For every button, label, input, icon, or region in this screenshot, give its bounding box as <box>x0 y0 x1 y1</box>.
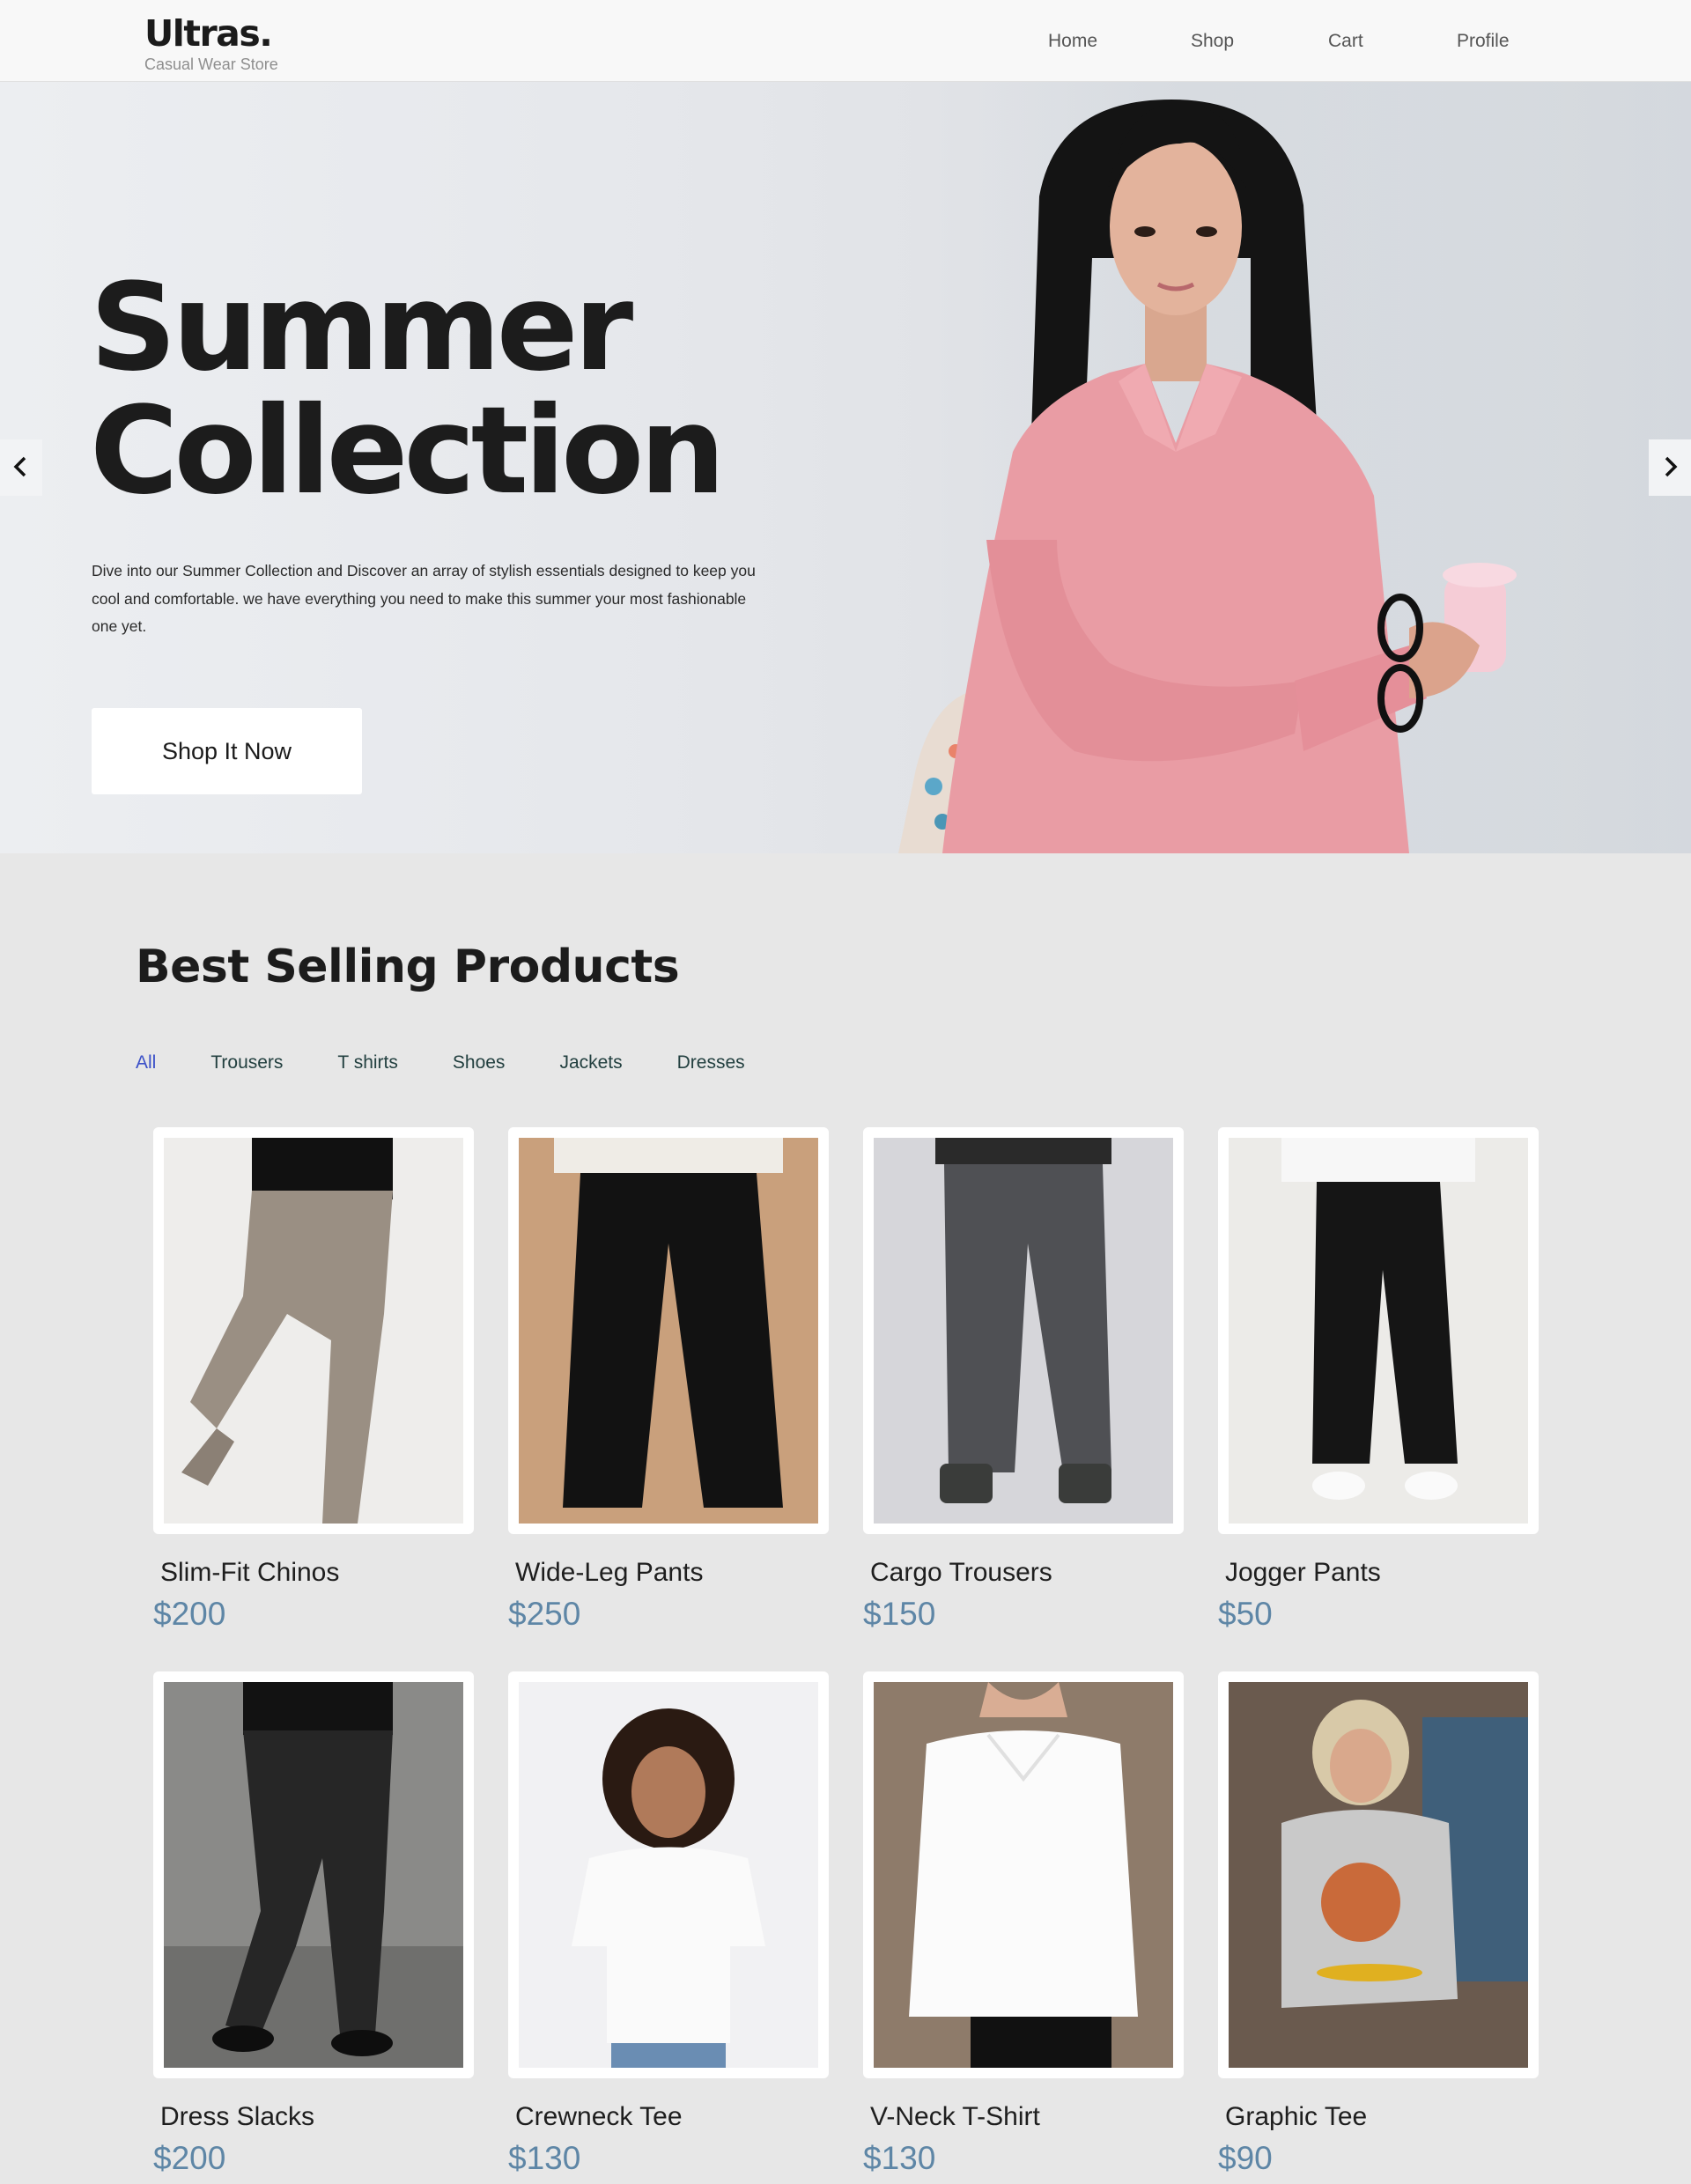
filter-jackets[interactable]: Jackets <box>559 1051 622 1075</box>
product-price: $150 <box>863 1596 936 1632</box>
product-name: V-Neck T-Shirt <box>870 2102 1040 2131</box>
product-image <box>519 1682 818 2068</box>
product-card[interactable]: V-Neck T-Shirt $130 <box>863 1671 1184 2177</box>
chevron-right-icon <box>1665 456 1678 476</box>
product-image-frame[interactable] <box>153 1671 474 2078</box>
nav-shop[interactable]: Shop <box>1191 30 1234 53</box>
product-name: Slim-Fit Chinos <box>160 1558 340 1587</box>
product-image-frame[interactable] <box>1218 1127 1539 1534</box>
product-card[interactable]: Dress Slacks $200 <box>153 1671 474 2177</box>
chevron-left-icon <box>13 456 26 476</box>
product-name: Jogger Pants <box>1225 1558 1381 1587</box>
product-image <box>874 1138 1173 1524</box>
filter-trousers[interactable]: Trousers <box>210 1051 283 1075</box>
nav-cart[interactable]: Cart <box>1328 30 1363 53</box>
nav-home[interactable]: Home <box>1048 30 1097 53</box>
hero-banner: Summer Collection Dive into our Summer C… <box>0 82 1691 853</box>
product-price: $200 <box>153 1596 226 1632</box>
product-name: Cargo Trousers <box>870 1558 1052 1587</box>
product-price: $200 <box>153 2140 226 2176</box>
product-image <box>1229 1682 1528 2068</box>
hero-description: Dive into our Summer Collection and Disc… <box>92 562 756 635</box>
product-image <box>164 1682 463 2068</box>
product-image-frame[interactable] <box>863 1671 1184 2078</box>
filter-tshirts[interactable]: T shirts <box>337 1051 397 1075</box>
product-name: Graphic Tee <box>1225 2102 1368 2131</box>
product-name: Wide-Leg Pants <box>515 1558 704 1587</box>
product-price: $130 <box>508 2140 581 2176</box>
category-filters: All Trousers T shirts Shoes Jackets Dres… <box>136 1051 800 1075</box>
product-card[interactable]: Graphic Tee $90 <box>1218 1671 1539 2177</box>
product-image-frame[interactable] <box>1218 1671 1539 2078</box>
logo[interactable]: Ultras. <box>144 11 273 56</box>
product-image <box>164 1138 463 1524</box>
shop-now-button[interactable]: Shop It Now <box>92 708 362 794</box>
section-title: Best Selling Products <box>136 941 680 993</box>
filter-dresses[interactable]: Dresses <box>677 1051 745 1075</box>
product-image-frame[interactable] <box>153 1127 474 1534</box>
carousel-next-button[interactable] <box>1649 439 1691 496</box>
product-card[interactable]: Crewneck Tee $130 <box>508 1671 829 2177</box>
product-card[interactable]: Wide-Leg Pants $250 <box>508 1127 829 1633</box>
carousel-prev-button[interactable] <box>0 439 42 496</box>
product-image-frame[interactable] <box>863 1127 1184 1534</box>
site-header: Ultras. Casual Wear Store Home Shop Cart… <box>0 0 1691 82</box>
product-name: Dress Slacks <box>160 2102 315 2131</box>
product-card[interactable]: Slim-Fit Chinos $200 <box>153 1127 474 1633</box>
filter-all[interactable]: All <box>136 1051 156 1075</box>
product-price: $130 <box>863 2140 936 2176</box>
product-image <box>519 1138 818 1524</box>
product-image <box>874 1682 1173 2068</box>
product-name: Crewneck Tee <box>515 2102 683 2131</box>
product-image <box>1229 1138 1528 1524</box>
product-card[interactable]: Cargo Trousers $150 <box>863 1127 1184 1633</box>
product-image-frame[interactable] <box>508 1127 829 1534</box>
logo-tagline: Casual Wear Store <box>144 55 278 73</box>
nav-profile[interactable]: Profile <box>1457 30 1510 53</box>
product-price: $90 <box>1218 2140 1273 2176</box>
hero-title: Summer Collection <box>90 258 726 521</box>
hero-model-image <box>898 100 1517 853</box>
filter-shoes[interactable]: Shoes <box>453 1051 506 1075</box>
product-card[interactable]: Jogger Pants $50 <box>1218 1127 1539 1633</box>
product-image-frame[interactable] <box>508 1671 829 2078</box>
product-price: $250 <box>508 1596 581 1632</box>
product-price: $50 <box>1218 1596 1273 1632</box>
